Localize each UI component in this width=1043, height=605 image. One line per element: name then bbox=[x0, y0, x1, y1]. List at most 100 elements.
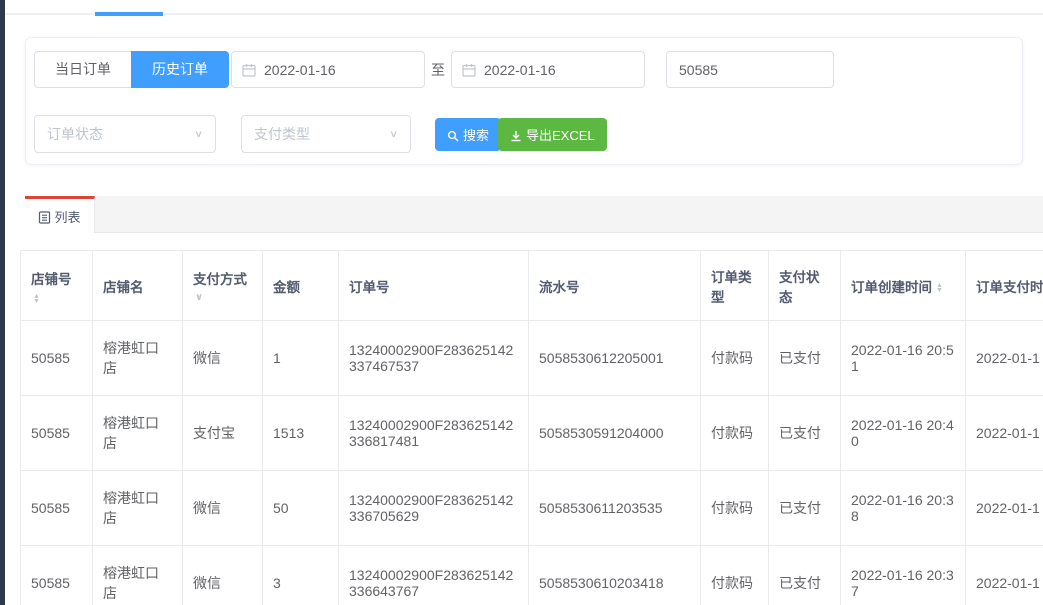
table-cell: 付款码 bbox=[700, 470, 769, 546]
column-header-7: 订单类型 bbox=[700, 250, 769, 321]
column-header-9[interactable]: 订单创建时间 ▲ ▼ bbox=[840, 250, 966, 321]
table-cell: 榕港虹口店 bbox=[92, 545, 183, 605]
table-cell: 榕港虹口店 bbox=[92, 320, 183, 396]
sort-icon[interactable]: ▲ ▼ bbox=[33, 293, 82, 305]
tab-list[interactable]: 列表 bbox=[25, 196, 95, 233]
column-label: 支付状态 bbox=[779, 269, 820, 305]
table-cell: 13240002900F283625142337467537 bbox=[338, 320, 529, 396]
table-cell: 付款码 bbox=[700, 395, 769, 471]
column-label: 订单创建时间 bbox=[851, 279, 932, 295]
table-cell: 2022-01-16 20:51 bbox=[840, 320, 966, 396]
table-cell: 50585 bbox=[20, 320, 93, 396]
table-row: 50585 榕港虹口店 支付宝 1513 13240002900F28362514233… bbox=[20, 395, 1043, 471]
sort-icon[interactable]: ▲ ▼ bbox=[936, 282, 943, 294]
table-cell: 付款码 bbox=[700, 545, 769, 605]
table-cell: 5058530612205001 bbox=[528, 320, 701, 396]
history-orders-button[interactable]: 历史订单 bbox=[131, 51, 229, 88]
filter-panel: 当日订单 历史订单 2022-01-16 至 2022-01-16 订单 bbox=[25, 37, 1023, 165]
table-row: 50585 榕港虹口店 微信 1 13240002900F283625142337467… bbox=[20, 320, 1043, 396]
table-cell: 50585 bbox=[20, 470, 93, 546]
table-cell: 13240002900F283625142336705629 bbox=[338, 470, 529, 546]
calendar-icon bbox=[462, 63, 476, 77]
table-header-row: 店铺号 ▲ ▼ 店铺名 支付方式 ∨ 金额 订单号 流水号 订单类型 支付状态 订单创建时间 ▲ ▼ 订单支… bbox=[20, 250, 1043, 321]
table-row: 50585 榕港虹口店 微信 3 13240002900F283625142336643… bbox=[20, 545, 1043, 605]
table-cell: 榕港虹口店 bbox=[92, 395, 183, 471]
table-cell: 已支付 bbox=[768, 395, 841, 471]
table-cell: 2022-01-1 bbox=[965, 320, 1043, 396]
column-header-1[interactable]: 店铺号 ▲ ▼ bbox=[20, 250, 93, 321]
tab-list-label: 列表 bbox=[54, 209, 81, 225]
column-label: 订单支付时间 bbox=[976, 279, 1043, 295]
search-icon bbox=[447, 127, 459, 142]
date-range-to-label: 至 bbox=[431, 62, 445, 78]
table-cell: 50585 bbox=[20, 545, 93, 605]
chevron-down-icon: ∨ bbox=[195, 292, 204, 303]
table-cell: 13240002900F283625142336817481 bbox=[338, 395, 529, 471]
list-icon bbox=[38, 208, 51, 224]
date-to-value: 2022-01-16 bbox=[484, 61, 556, 78]
export-excel-button[interactable]: 导出EXCEL bbox=[498, 118, 607, 151]
table-cell: 已支付 bbox=[768, 470, 841, 546]
table-cell: 已支付 bbox=[768, 320, 841, 396]
table-cell: 2022-01-1 bbox=[965, 545, 1043, 605]
column-header-6: 流水号 bbox=[528, 250, 701, 321]
order-scope-toggle: 当日订单 历史订单 bbox=[34, 51, 229, 88]
shop-number-input[interactable] bbox=[666, 51, 834, 88]
column-header-4: 金额 bbox=[262, 250, 339, 321]
table-cell: 13240002900F283625142336643767 bbox=[338, 545, 529, 605]
date-to-input[interactable]: 2022-01-16 bbox=[451, 51, 645, 88]
column-header-2: 店铺名 bbox=[92, 250, 183, 321]
table-cell: 3 bbox=[262, 545, 339, 605]
column-label: 金额 bbox=[273, 279, 300, 295]
table-cell: 50 bbox=[262, 470, 339, 546]
download-icon bbox=[510, 127, 522, 142]
table-cell: 1513 bbox=[262, 395, 339, 471]
chevron-down-icon: ∨ bbox=[194, 128, 203, 140]
column-label: 订单类型 bbox=[711, 269, 752, 305]
order-status-select[interactable]: 订单状态 ∨ bbox=[34, 115, 216, 153]
date-from-input[interactable]: 2022-01-16 bbox=[231, 51, 425, 88]
table-cell: 支付宝 bbox=[182, 395, 263, 471]
search-button[interactable]: 搜索 bbox=[435, 118, 502, 151]
column-label: 支付方式 bbox=[193, 272, 247, 287]
order-status-placeholder: 订单状态 bbox=[47, 126, 103, 142]
column-header-5: 订单号 bbox=[338, 250, 529, 321]
table-cell: 5058530591204000 bbox=[528, 395, 701, 471]
column-header-10: 订单支付时间 bbox=[965, 250, 1043, 321]
calendar-icon bbox=[242, 63, 256, 77]
table-cell: 2022-01-1 bbox=[965, 395, 1043, 471]
table-cell: 榕港虹口店 bbox=[92, 470, 183, 546]
table-cell: 2022-01-1 bbox=[965, 470, 1043, 546]
table-cell: 2022-01-16 20:37 bbox=[840, 545, 966, 605]
list-tab-strip: 列表 bbox=[25, 196, 1043, 233]
column-label: 店铺名 bbox=[103, 279, 144, 295]
table-row: 50585 榕港虹口店 微信 50 13240002900F28362514233670… bbox=[20, 470, 1043, 546]
pay-type-select[interactable]: 支付类型 ∨ bbox=[241, 115, 411, 153]
table-cell: 2022-01-16 20:40 bbox=[840, 395, 966, 471]
table-cell: 1 bbox=[262, 320, 339, 396]
active-top-tab-indicator[interactable] bbox=[95, 12, 163, 16]
column-label: 店铺号 bbox=[31, 271, 72, 287]
table-cell: 付款码 bbox=[700, 320, 769, 396]
table-cell: 5058530611203535 bbox=[528, 470, 701, 546]
table-cell: 5058530610203418 bbox=[528, 545, 701, 605]
table-cell: 50585 bbox=[20, 395, 93, 471]
export-button-label: 导出EXCEL bbox=[526, 128, 595, 143]
sidebar-edge bbox=[0, 0, 5, 605]
column-header-3[interactable]: 支付方式 ∨ bbox=[182, 250, 263, 321]
column-header-8: 支付状态 bbox=[768, 250, 841, 321]
orders-table: 店铺号 ▲ ▼ 店铺名 支付方式 ∨ 金额 订单号 流水号 订单类型 支付状态 订单创建时间 ▲ ▼ 订单支… bbox=[20, 250, 1043, 605]
search-button-label: 搜索 bbox=[463, 128, 490, 143]
table-cell: 微信 bbox=[182, 545, 263, 605]
table-cell: 2022-01-16 20:38 bbox=[840, 470, 966, 546]
date-from-value: 2022-01-16 bbox=[264, 61, 336, 78]
pay-type-placeholder: 支付类型 bbox=[254, 126, 310, 142]
column-label: 订单号 bbox=[349, 279, 390, 295]
chevron-down-icon: ∨ bbox=[389, 128, 398, 140]
table-cell: 已支付 bbox=[768, 545, 841, 605]
today-orders-button[interactable]: 当日订单 bbox=[34, 51, 131, 88]
table-cell: 微信 bbox=[182, 470, 263, 546]
column-label: 流水号 bbox=[539, 279, 580, 295]
top-nav-bar bbox=[5, 0, 1043, 16]
table-cell: 微信 bbox=[182, 320, 263, 396]
